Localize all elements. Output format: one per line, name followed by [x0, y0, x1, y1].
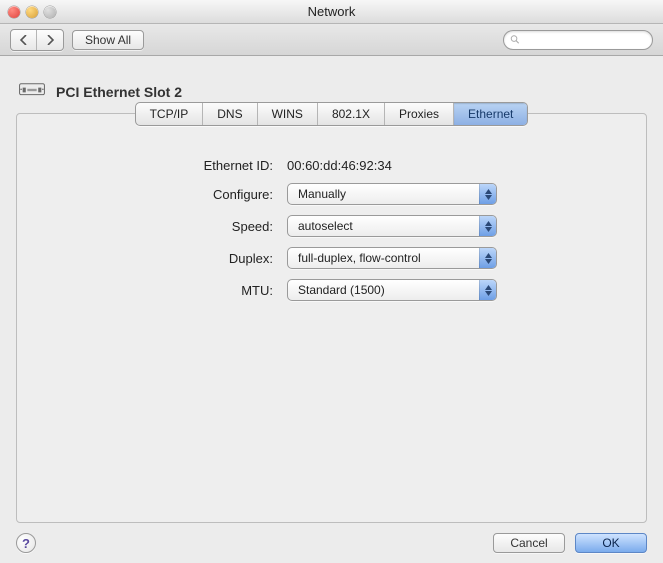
search-icon: [510, 34, 520, 45]
updown-icon: [479, 216, 496, 236]
row-speed: Speed: autoselect: [17, 215, 616, 237]
speed-select[interactable]: autoselect: [287, 215, 497, 237]
close-window-button[interactable]: [8, 6, 20, 18]
tab-proxies[interactable]: Proxies: [385, 103, 454, 125]
row-configure: Configure: Manually: [17, 183, 616, 205]
nav-segmented: [10, 29, 64, 51]
tab-dns[interactable]: DNS: [203, 103, 257, 125]
toolbar: Show All: [0, 24, 663, 56]
tab-ethernet[interactable]: Ethernet: [454, 103, 527, 125]
speed-value: autoselect: [298, 219, 353, 233]
chevron-left-icon: [20, 35, 28, 45]
window-title: Network: [0, 4, 663, 19]
titlebar: Network: [0, 0, 663, 24]
row-duplex: Duplex: full-duplex, flow-control: [17, 247, 616, 269]
cancel-button[interactable]: Cancel: [493, 533, 565, 553]
pane-header: PCI Ethernet Slot 2: [18, 80, 647, 103]
minimize-window-button[interactable]: [26, 6, 38, 18]
updown-icon: [479, 248, 496, 268]
forward-button[interactable]: [37, 30, 63, 50]
help-button[interactable]: ?: [16, 533, 36, 553]
configure-select[interactable]: Manually: [287, 183, 497, 205]
pane-title: PCI Ethernet Slot 2: [56, 84, 182, 100]
ethernet-id-value: 00:60:dd:46:92:34: [287, 158, 392, 173]
mtu-value: Standard (1500): [298, 283, 385, 297]
configure-value: Manually: [298, 187, 346, 201]
zoom-window-button[interactable]: [44, 6, 56, 18]
tab-wins[interactable]: WINS: [258, 103, 318, 125]
tabstrip: TCP/IP DNS WINS 802.1X Proxies Ethernet: [135, 102, 529, 126]
ethernet-port-icon: [18, 80, 46, 103]
tabstrip-wrap: TCP/IP DNS WINS 802.1X Proxies Ethernet: [17, 102, 646, 126]
row-mtu: MTU: Standard (1500): [17, 279, 616, 301]
show-all-button[interactable]: Show All: [72, 30, 144, 50]
duplex-select[interactable]: full-duplex, flow-control: [287, 247, 497, 269]
configure-label: Configure:: [17, 187, 287, 202]
ok-button[interactable]: OK: [575, 533, 647, 553]
mtu-select[interactable]: Standard (1500): [287, 279, 497, 301]
sheet-buttons: ? Cancel OK: [16, 533, 647, 553]
search-input[interactable]: [523, 34, 646, 46]
chevron-right-icon: [46, 35, 54, 45]
tab-tcpip[interactable]: TCP/IP: [136, 103, 204, 125]
duplex-value: full-duplex, flow-control: [298, 251, 421, 265]
window-controls: [8, 6, 56, 18]
back-button[interactable]: [11, 30, 37, 50]
ethernet-form: Ethernet ID: 00:60:dd:46:92:34 Configure…: [17, 114, 646, 301]
row-ethernet-id: Ethernet ID: 00:60:dd:46:92:34: [17, 158, 616, 173]
search-field-wrap[interactable]: [503, 30, 653, 50]
sheet: PCI Ethernet Slot 2 TCP/IP DNS WINS 802.…: [0, 56, 663, 563]
updown-icon: [479, 184, 496, 204]
settings-panel: TCP/IP DNS WINS 802.1X Proxies Ethernet …: [16, 113, 647, 523]
updown-icon: [479, 280, 496, 300]
duplex-label: Duplex:: [17, 251, 287, 266]
mtu-label: MTU:: [17, 283, 287, 298]
tab-8021x[interactable]: 802.1X: [318, 103, 385, 125]
speed-label: Speed:: [17, 219, 287, 234]
ethernet-id-label: Ethernet ID:: [17, 158, 287, 173]
